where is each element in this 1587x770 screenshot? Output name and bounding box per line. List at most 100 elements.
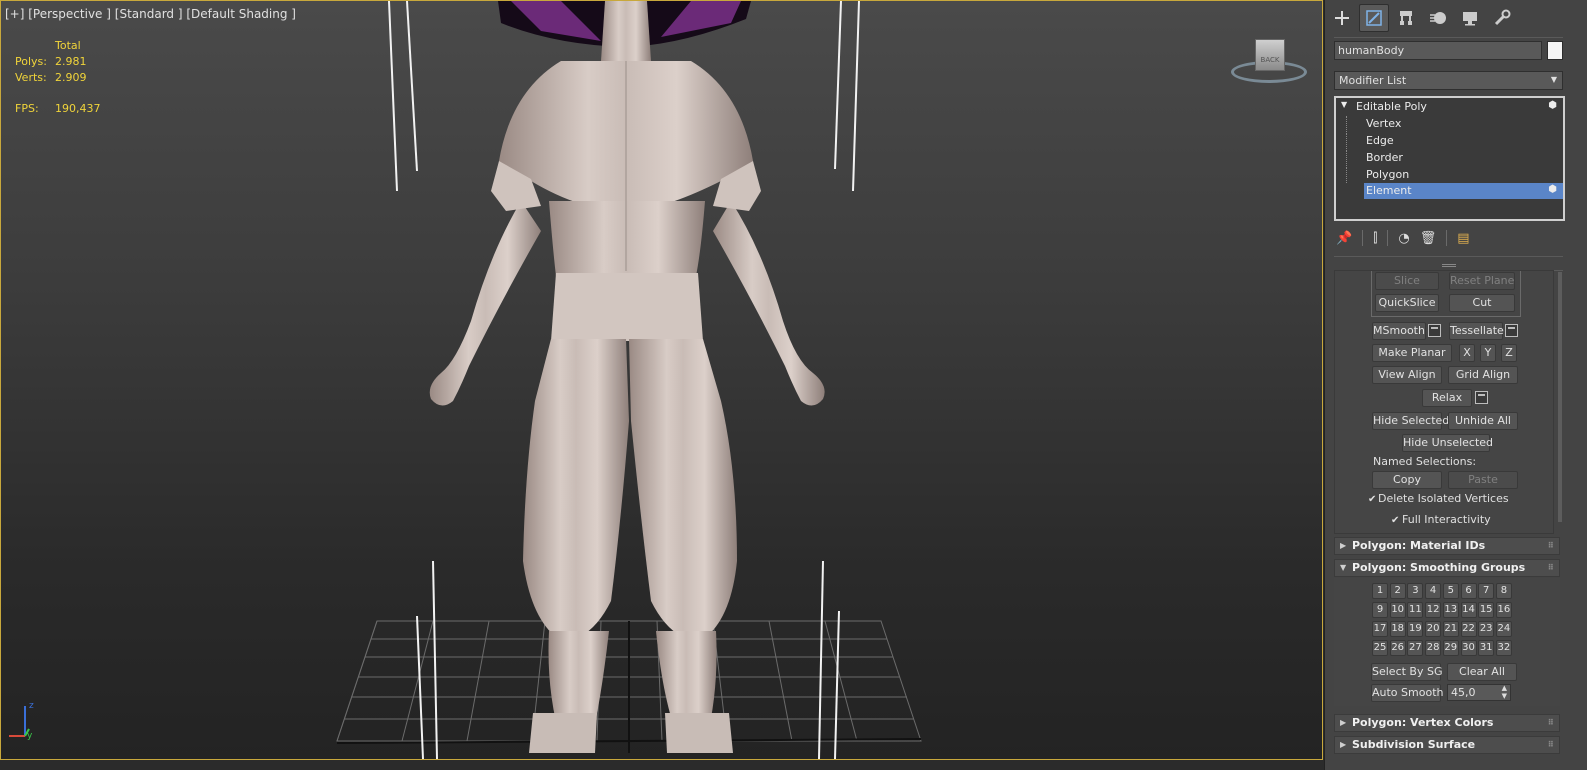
viewport-plus-menu[interactable]: [+]: [5, 7, 24, 21]
object-name-field[interactable]: humanBody: [1334, 41, 1542, 60]
smoothing-group-button[interactable]: 21: [1442, 621, 1459, 637]
relax-settings-icon[interactable]: [1475, 391, 1488, 404]
viewcube[interactable]: BACK: [1231, 39, 1307, 89]
smoothing-group-button[interactable]: 15: [1478, 602, 1495, 618]
smoothing-group-button[interactable]: 27: [1407, 640, 1424, 656]
create-tab[interactable]: [1327, 4, 1357, 32]
hierarchy-tab[interactable]: [1391, 4, 1421, 32]
slice-button[interactable]: Slice: [1375, 272, 1439, 290]
hide-selected-button[interactable]: Hide Selected: [1372, 412, 1449, 430]
smoothing-group-button[interactable]: 26: [1389, 640, 1406, 656]
viewcube-face[interactable]: BACK: [1255, 39, 1285, 71]
modifier-list-dropdown[interactable]: Modifier List ▼: [1334, 71, 1563, 90]
smoothing-group-button[interactable]: 11: [1407, 602, 1424, 618]
clear-all-button[interactable]: Clear All: [1447, 663, 1517, 681]
auto-smooth-button[interactable]: Auto Smooth: [1371, 684, 1443, 702]
smoothing-group-button[interactable]: 20: [1425, 621, 1442, 637]
smoothing-group-button[interactable]: 1: [1372, 583, 1388, 599]
spinner-arrows-icon[interactable]: ▲ ▼: [1502, 684, 1507, 700]
stack-item-polygon[interactable]: Polygon: [1336, 167, 1563, 183]
smoothing-group-button[interactable]: 31: [1478, 640, 1495, 656]
drag-handle-icon[interactable]: ⠿: [1548, 737, 1554, 753]
vertex-colors-rollout-header[interactable]: ▶ Polygon: Vertex Colors ⠿: [1334, 714, 1560, 732]
cut-button[interactable]: Cut: [1449, 294, 1515, 312]
smoothing-group-button[interactable]: 8: [1495, 583, 1512, 599]
grid-align-button[interactable]: Grid Align: [1448, 366, 1518, 384]
panel-resize-grip[interactable]: [1442, 264, 1456, 267]
smoothing-group-button[interactable]: 9: [1372, 602, 1388, 618]
smoothing-group-button[interactable]: 12: [1425, 602, 1442, 618]
paste-button[interactable]: Paste: [1448, 471, 1518, 489]
tessellate-settings-icon[interactable]: [1505, 324, 1518, 337]
smoothing-group-button[interactable]: 4: [1425, 583, 1442, 599]
smoothing-group-button[interactable]: 7: [1478, 583, 1495, 599]
stack-item-border[interactable]: Border: [1336, 150, 1563, 166]
smoothing-group-button[interactable]: 5: [1442, 583, 1459, 599]
msmooth-settings-icon[interactable]: [1428, 324, 1441, 337]
auto-smooth-threshold-spinner[interactable]: 45,0 ▲ ▼: [1447, 684, 1511, 701]
expand-triangle-icon[interactable]: ▼: [1341, 100, 1347, 109]
view-align-button[interactable]: View Align: [1372, 366, 1442, 384]
stack-item-editable-poly[interactable]: ▼ Editable Poly ⬢: [1336, 99, 1563, 115]
smoothing-group-button[interactable]: 22: [1460, 621, 1477, 637]
stack-item-element[interactable]: Element ⬢: [1364, 183, 1563, 199]
quickslice-button[interactable]: QuickSlice: [1375, 294, 1439, 312]
planar-y-button[interactable]: Y: [1480, 344, 1496, 362]
viewport-standard-menu[interactable]: [Standard ]: [115, 7, 183, 21]
object-color-swatch[interactable]: [1547, 41, 1563, 60]
stack-item-vertex[interactable]: Vertex: [1336, 116, 1563, 132]
utilities-tab[interactable]: [1487, 4, 1517, 32]
relax-button[interactable]: Relax: [1422, 389, 1472, 407]
select-by-sg-button[interactable]: Select By SG: [1371, 663, 1443, 681]
smoothing-group-button[interactable]: 16: [1495, 602, 1512, 618]
drag-handle-icon[interactable]: ⠿: [1548, 538, 1554, 554]
motion-tab[interactable]: [1423, 4, 1453, 32]
reset-plane-button[interactable]: Reset Plane: [1449, 272, 1515, 290]
remove-modifier-icon[interactable]: 🗑: [1420, 231, 1437, 246]
smoothing-group-button[interactable]: 2: [1389, 583, 1406, 599]
copy-button[interactable]: Copy: [1372, 471, 1442, 489]
stack-item-edge[interactable]: Edge: [1336, 133, 1563, 149]
panel-scrollbar[interactable]: [1558, 272, 1562, 522]
planar-x-button[interactable]: X: [1459, 344, 1475, 362]
viewport-shading-menu[interactable]: [Default Shading ]: [186, 7, 296, 21]
make-unique-icon[interactable]: ◔: [1398, 231, 1409, 246]
modifier-stack[interactable]: ▼ Editable Poly ⬢ Vertex Edge Border Pol…: [1334, 96, 1565, 221]
full-interactivity-checkbox[interactable]: ✔: [1391, 515, 1402, 526]
planar-z-button[interactable]: Z: [1501, 344, 1517, 362]
divider: [1334, 37, 1563, 38]
smoothing-groups-rollout-header[interactable]: ▼ Polygon: Smoothing Groups ⠿: [1334, 559, 1560, 577]
tessellate-button[interactable]: Tessellate: [1449, 322, 1504, 340]
viewport-view-menu[interactable]: [Perspective ]: [28, 7, 111, 21]
show-end-result-icon[interactable]: ⫿: [1373, 231, 1377, 246]
msmooth-button[interactable]: MSmooth: [1372, 322, 1426, 340]
drag-handle-icon[interactable]: ⠿: [1548, 715, 1554, 731]
smoothing-group-button[interactable]: 25: [1372, 640, 1388, 656]
drag-handle-icon[interactable]: ⠿: [1548, 560, 1554, 576]
viewport-label[interactable]: [+] [Perspective ] [Standard ] [Default …: [5, 7, 296, 21]
subdivision-surface-rollout-header[interactable]: ▶ Subdivision Surface ⠿: [1334, 736, 1560, 754]
smoothing-group-button[interactable]: 24: [1495, 621, 1512, 637]
smoothing-group-button[interactable]: 19: [1407, 621, 1424, 637]
pin-stack-icon[interactable]: 📌: [1336, 231, 1352, 246]
smoothing-group-button[interactable]: 28: [1425, 640, 1442, 656]
material-ids-rollout-header[interactable]: ▶ Polygon: Material IDs ⠿: [1334, 537, 1560, 555]
make-planar-button[interactable]: Make Planar: [1372, 344, 1452, 362]
smoothing-group-button[interactable]: 18: [1389, 621, 1406, 637]
display-tab[interactable]: [1455, 4, 1485, 32]
smoothing-group-button[interactable]: 17: [1372, 621, 1388, 637]
smoothing-group-button[interactable]: 29: [1442, 640, 1459, 656]
configure-modifier-sets-icon[interactable]: ▤: [1457, 231, 1469, 246]
smoothing-group-button[interactable]: 10: [1389, 602, 1406, 618]
unhide-all-button[interactable]: Unhide All: [1448, 412, 1518, 430]
hide-unselected-button[interactable]: Hide Unselected: [1402, 434, 1493, 452]
smoothing-group-button[interactable]: 30: [1460, 640, 1477, 656]
perspective-viewport[interactable]: [+] [Perspective ] [Standard ] [Default …: [0, 0, 1323, 760]
smoothing-group-button[interactable]: 23: [1478, 621, 1495, 637]
smoothing-group-button[interactable]: 32: [1495, 640, 1512, 656]
smoothing-group-button[interactable]: 14: [1460, 602, 1477, 618]
smoothing-group-button[interactable]: 6: [1460, 583, 1477, 599]
modify-tab[interactable]: [1359, 4, 1389, 32]
smoothing-group-button[interactable]: 3: [1407, 583, 1424, 599]
smoothing-group-button[interactable]: 13: [1442, 602, 1459, 618]
